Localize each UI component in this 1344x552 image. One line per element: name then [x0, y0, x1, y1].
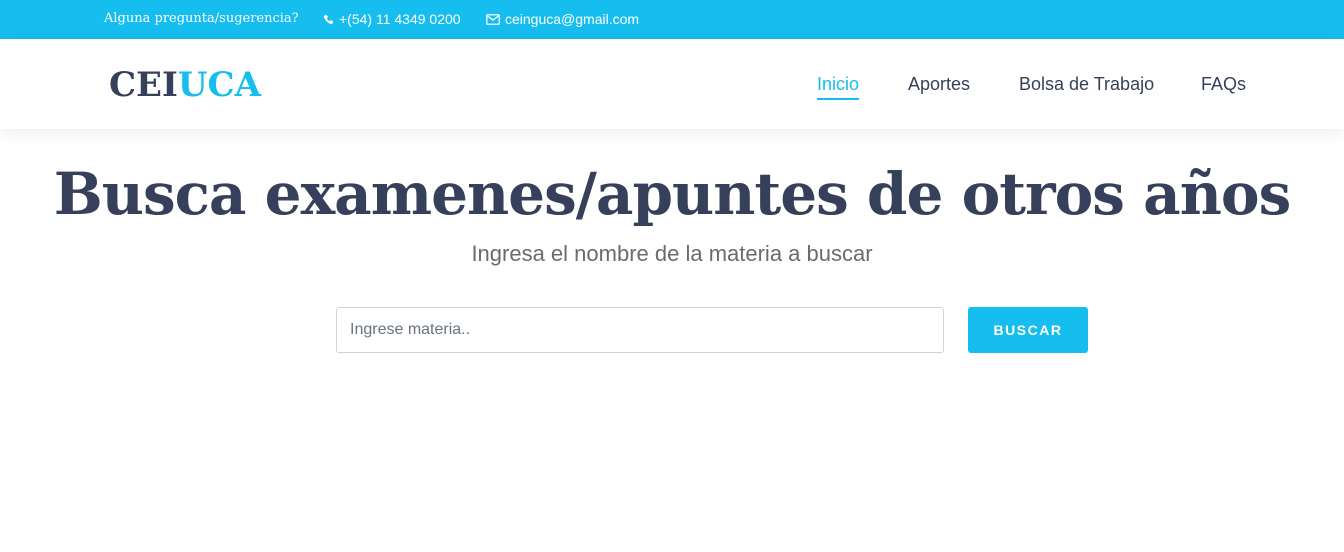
phone-icon	[323, 14, 339, 25]
nav-item-bolsa-de-trabajo[interactable]: Bolsa de Trabajo	[1019, 73, 1154, 95]
page-title: Busca examenes/apuntes de otros años	[53, 160, 1292, 228]
email-contact[interactable]: ceinguca@gmail.com	[486, 11, 639, 27]
nav-item-inicio[interactable]: Inicio	[817, 73, 860, 100]
nav-item-aportes[interactable]: Aportes	[908, 73, 970, 95]
question-text: Alguna pregunta/sugerencia?	[104, 11, 299, 26]
phone-number: +(54) 11 4349 0200	[339, 11, 461, 27]
top-contact-bar: Alguna pregunta/sugerencia? +(54) 11 434…	[0, 0, 1344, 39]
envelope-icon	[486, 13, 505, 25]
nav-item-faqs[interactable]: FAQs	[1201, 73, 1246, 95]
phone-contact[interactable]: +(54) 11 4349 0200	[323, 11, 461, 27]
search-input[interactable]	[336, 307, 944, 353]
site-header: CEIUCA Inicio Aportes Bolsa de Trabajo F…	[0, 39, 1344, 129]
question-prompt: Alguna pregunta/sugerencia?	[104, 11, 299, 26]
page-subtitle: Ingresa el nombre de la materia a buscar	[471, 241, 873, 266]
search-button[interactable]: BUSCAR	[968, 307, 1088, 353]
main-nav: Inicio Aportes Bolsa de Trabajo FAQs	[0, 73, 1344, 103]
email-address: ceinguca@gmail.com	[505, 11, 640, 27]
